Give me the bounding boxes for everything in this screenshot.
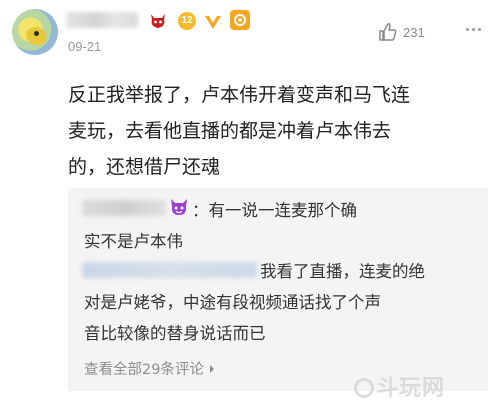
thumbs-up-icon: [379, 23, 397, 41]
watermark-text: 斗玩网: [376, 376, 446, 401]
reply-2-line-2: 对是卢姥爷，中途有段视频通话找了个声: [84, 293, 381, 312]
more-dots-icon[interactable]: [466, 28, 481, 31]
replies-box[interactable]: ：有一说一连麦那个确 实不是卢本伟 我看了直播，连麦的绝 对是卢姥爷，中途有段视…: [68, 188, 488, 391]
level-badge: 12: [178, 12, 196, 30]
watermark-logo-icon: [354, 378, 374, 398]
avatar-figure: [26, 27, 46, 45]
devil-emoji-icon: [171, 199, 187, 215]
comment-line-2: 麦玩，去看他直播的都是冲着卢本伟去: [68, 120, 392, 142]
view-all-label: 查看全部29条评论: [84, 362, 204, 378]
reply-2-line-1: 我看了直播，连麦的绝: [260, 262, 425, 281]
comment-line-3: 的，还想借尸还魂: [68, 156, 221, 178]
username-blurred[interactable]: [66, 12, 138, 28]
devil-badge-icon: [151, 14, 165, 28]
watermark: 斗玩网: [354, 370, 445, 402]
like-button[interactable]: 231: [377, 21, 425, 43]
chevron-right-icon: [209, 364, 214, 373]
like-count: 231: [403, 24, 425, 40]
verified-v-icon: [205, 16, 221, 29]
reply-username-blurred[interactable]: [82, 200, 166, 216]
avatar-eye: [34, 31, 39, 36]
avatar[interactable]: [12, 9, 58, 55]
comment-page: 12 09-21 231 反正我举报了，卢本伟开着变声和马飞连 麦玩，去看他直播…: [0, 0, 499, 411]
reply-1-line-1: ：有一说一连麦那个确: [192, 201, 357, 220]
reply-2-line-3: 音比较像的替身说话而已: [84, 324, 266, 343]
view-all-replies-link[interactable]: 查看全部29条评论: [84, 358, 216, 379]
reply-username-blurred[interactable]: [82, 262, 257, 278]
comment-body: 反正我举报了，卢本伟开着变声和马飞连 麦玩，去看他直播的都是冲着卢本伟去 的，还…: [68, 77, 478, 185]
comment-line-1: 反正我举报了，卢本伟开着变声和马飞连: [68, 84, 411, 106]
medal-badge-icon: [230, 10, 250, 30]
comment-date: 09-21: [68, 39, 102, 54]
reply-1-line-2: 实不是卢本伟: [84, 232, 183, 251]
